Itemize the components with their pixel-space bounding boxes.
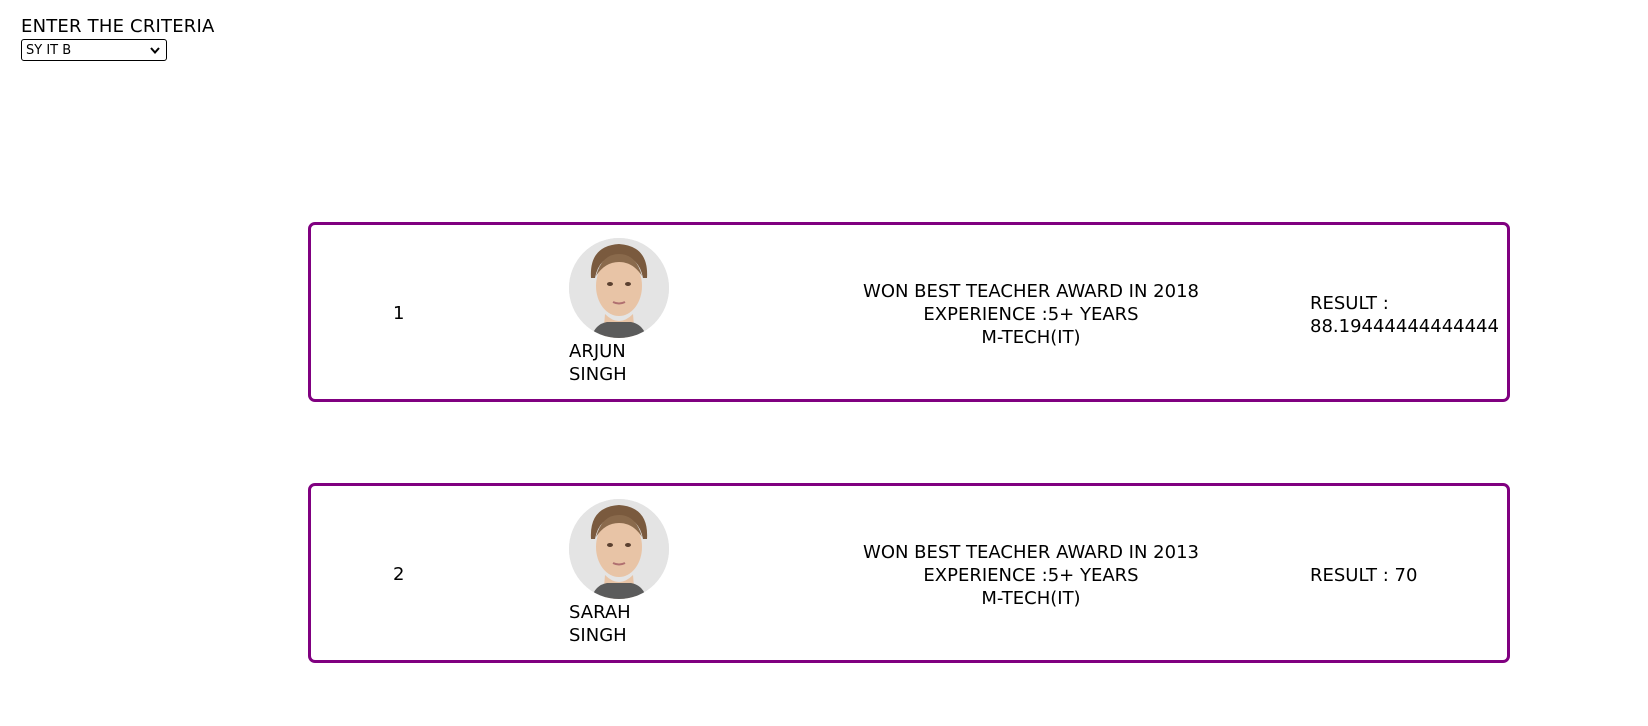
result-label: RESULT : 70	[1310, 565, 1418, 586]
teacher-rank: 2	[393, 564, 405, 585]
face-photo-icon	[569, 238, 669, 338]
teacher-last-name: SINGH	[569, 364, 627, 385]
teacher-qualification: M-TECH(IT)	[981, 588, 1081, 609]
teacher-award: WON BEST TEACHER AWARD IN 2013	[863, 542, 1199, 563]
teacher-rank: 1	[393, 303, 405, 324]
teacher-details: WON BEST TEACHER AWARD IN 2018 EXPERIENC…	[781, 280, 1281, 349]
teacher-card: 2 SARAH SINGH WON BEST TEACHER AWARD IN …	[308, 483, 1510, 663]
face-photo-icon	[569, 499, 669, 599]
result-value: 88.19444444444444	[1310, 316, 1499, 337]
teacher-experience: EXPERIENCE :5+ YEARS	[923, 565, 1139, 586]
teacher-qualification: M-TECH(IT)	[981, 327, 1081, 348]
criteria-select-value: SY IT B	[26, 42, 72, 58]
teacher-last-name: SINGH	[569, 625, 627, 646]
criteria-select[interactable]: SY IT B	[21, 39, 167, 61]
teacher-first-name: ARJUN	[569, 341, 626, 362]
criteria-label: ENTER THE CRITERIA	[21, 16, 215, 37]
teacher-experience: EXPERIENCE :5+ YEARS	[923, 304, 1139, 325]
teacher-first-name: SARAH	[569, 602, 631, 623]
avatar	[569, 238, 669, 338]
avatar	[569, 499, 669, 599]
teacher-result: RESULT : 88.19444444444444	[1310, 292, 1510, 338]
result-label: RESULT :	[1310, 293, 1389, 314]
teacher-award: WON BEST TEACHER AWARD IN 2018	[863, 281, 1199, 302]
teacher-name: ARJUN SINGH	[569, 340, 627, 386]
criteria-section: ENTER THE CRITERIA SY IT B	[21, 17, 215, 61]
teacher-name: SARAH SINGH	[569, 601, 631, 647]
teacher-result: RESULT : 70	[1310, 564, 1510, 587]
chevron-down-icon	[150, 47, 160, 55]
teacher-details: WON BEST TEACHER AWARD IN 2013 EXPERIENC…	[781, 541, 1281, 610]
teacher-card: 1 ARJUN SINGH WON BEST TEACHER AWARD IN …	[308, 222, 1510, 402]
